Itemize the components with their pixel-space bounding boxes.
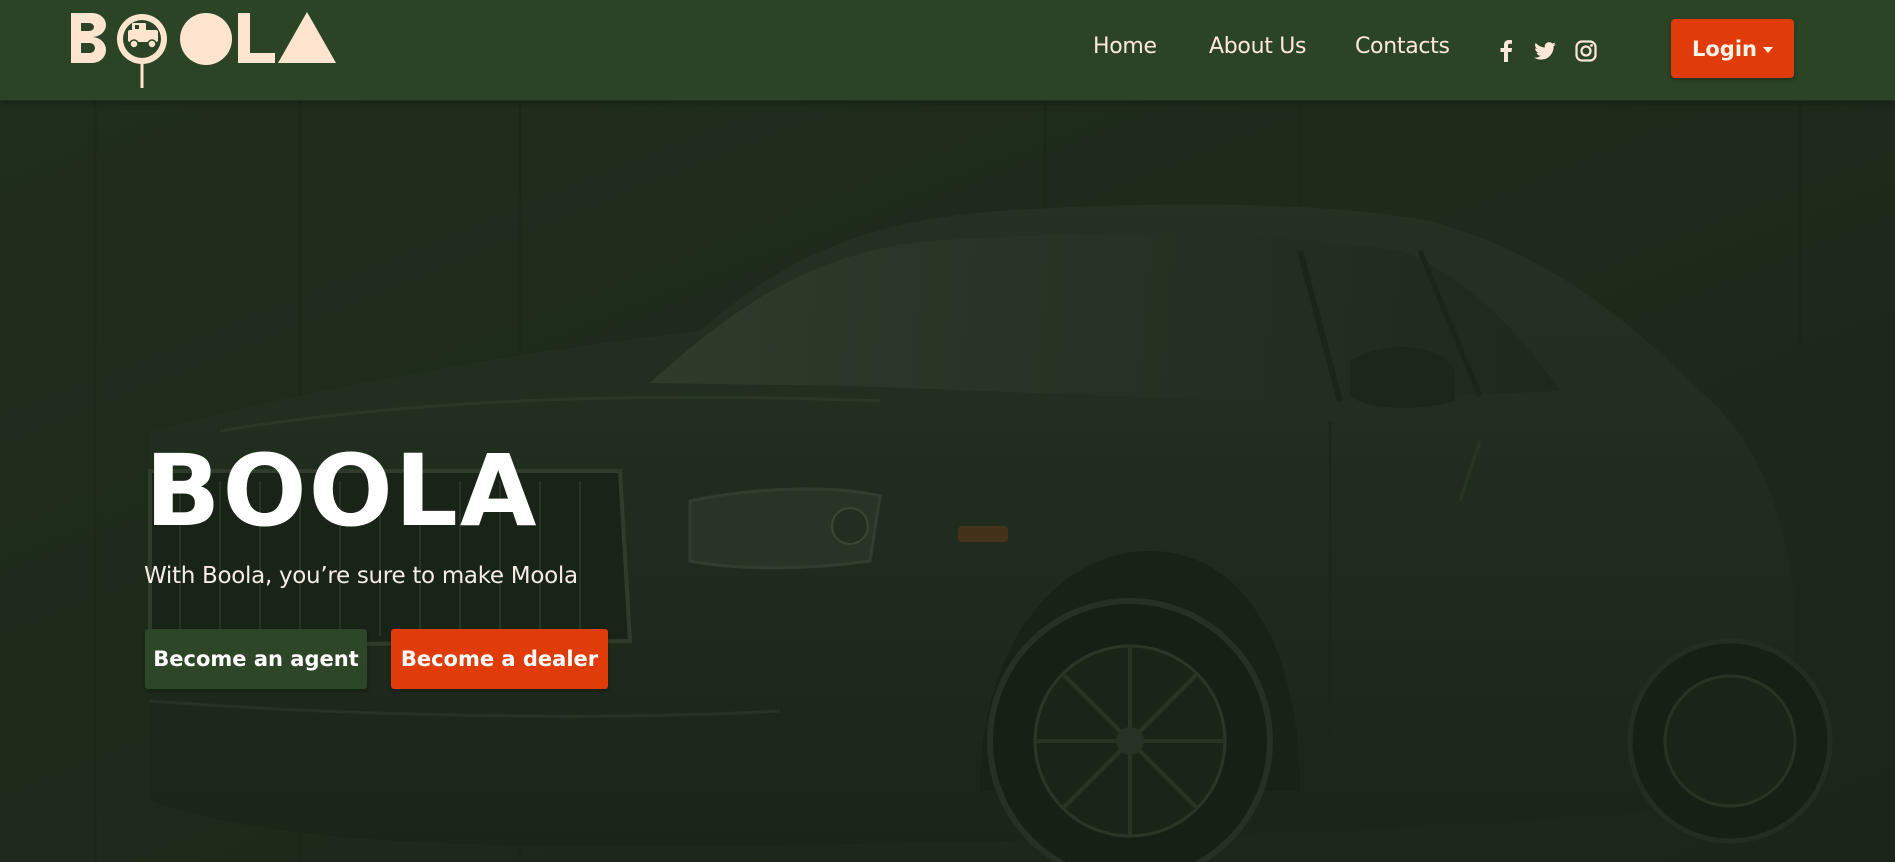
- nav-home-link[interactable]: Home: [1093, 34, 1157, 59]
- nav-contacts-link[interactable]: Contacts: [1355, 34, 1450, 59]
- facebook-icon[interactable]: [1493, 38, 1519, 64]
- boola-logo-mark: [71, 12, 336, 88]
- hero-title: BOOLA: [145, 434, 539, 549]
- navbar: Home About Us Contacts Login: [0, 0, 1895, 101]
- hero-subtitle: With Boola, you’re sure to make Moola: [144, 563, 578, 589]
- brand-logo[interactable]: [70, 10, 336, 90]
- login-dropdown-button[interactable]: Login: [1671, 19, 1794, 78]
- become-agent-button[interactable]: Become an agent: [145, 629, 367, 689]
- instagram-icon[interactable]: [1573, 38, 1599, 64]
- caret-down-icon: [1763, 46, 1773, 53]
- become-dealer-button[interactable]: Become a dealer: [391, 629, 608, 689]
- hero-section: BOOLA With Boola, you’re sure to make Mo…: [0, 101, 1895, 862]
- nav-about-link[interactable]: About Us: [1209, 34, 1307, 59]
- login-label: Login: [1692, 36, 1757, 61]
- twitter-icon[interactable]: [1532, 38, 1558, 64]
